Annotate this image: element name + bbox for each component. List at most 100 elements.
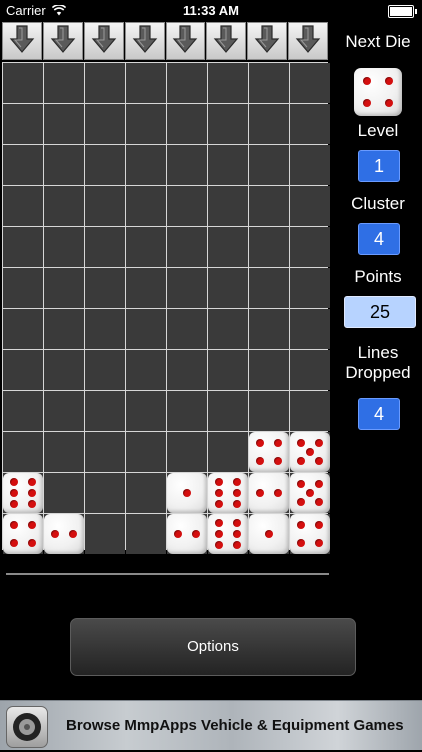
down-arrow-icon <box>213 24 239 59</box>
grid-cell <box>3 473 43 513</box>
status-bar: Carrier 11:33 AM <box>0 0 422 22</box>
drop-column-2-button[interactable] <box>42 22 83 60</box>
grid-cell <box>249 473 289 513</box>
level-value: 1 <box>358 150 400 182</box>
die-6 <box>208 473 248 513</box>
grid-cell <box>126 186 166 226</box>
grid-cell <box>85 104 125 144</box>
grid-cell <box>3 432 43 472</box>
grid-cell <box>290 227 330 267</box>
grid-cell <box>126 63 166 103</box>
die-pip <box>50 530 59 538</box>
grid-cell <box>44 473 84 513</box>
die-pip <box>233 477 242 486</box>
die-pip <box>274 438 283 447</box>
die-6 <box>208 514 248 554</box>
grid-cell <box>85 63 125 103</box>
grid-cell <box>208 309 248 349</box>
drop-column-5-button[interactable] <box>165 22 206 60</box>
drop-column-1-button[interactable] <box>2 22 42 60</box>
grid-cell <box>126 473 166 513</box>
die-pip <box>28 500 37 509</box>
grid-cell <box>249 268 289 308</box>
die-pip <box>192 530 201 538</box>
die-pip <box>9 520 18 529</box>
grid-cell <box>126 514 166 554</box>
die-pip <box>315 438 324 447</box>
grid-cell <box>3 186 43 226</box>
die-pip <box>214 518 223 527</box>
grid-cell <box>208 514 248 554</box>
die-pip <box>315 479 324 488</box>
grid-cell <box>85 350 125 390</box>
die-pip <box>265 530 273 538</box>
drop-column-4-button[interactable] <box>124 22 165 60</box>
drop-column-6-button[interactable] <box>206 22 247 60</box>
grid-cell <box>290 186 330 226</box>
grid-cell <box>167 227 207 267</box>
grid-cell <box>167 391 207 431</box>
options-button[interactable]: Options <box>70 618 356 676</box>
grid-cell <box>208 186 248 226</box>
grid-cell <box>3 145 43 185</box>
grid-cell <box>85 186 125 226</box>
die-pip <box>255 438 264 447</box>
tire-icon <box>6 706 48 748</box>
drop-column-3-button[interactable] <box>83 22 124 60</box>
grid-cell <box>126 391 166 431</box>
down-arrow-icon <box>9 24 35 59</box>
die-4 <box>3 514 43 554</box>
grid-cell <box>290 350 330 390</box>
grid-cell <box>3 104 43 144</box>
status-time: 11:33 AM <box>183 3 239 18</box>
grid-cell <box>290 473 330 513</box>
grid-cell <box>208 104 248 144</box>
ad-banner[interactable]: Browse MmpApps Vehicle & Equipment Games <box>0 700 422 750</box>
grid-cell <box>249 104 289 144</box>
die-5 <box>290 432 330 472</box>
die-pip <box>362 76 371 85</box>
drop-column-7-button[interactable] <box>247 22 288 60</box>
grid-cell <box>249 309 289 349</box>
grid-cell <box>3 268 43 308</box>
die-pip <box>255 489 264 497</box>
cluster-value: 4 <box>358 223 400 255</box>
grid-cell <box>208 432 248 472</box>
die-pip <box>28 489 37 497</box>
die-pip <box>296 438 305 447</box>
grid-cell <box>249 227 289 267</box>
die-pip <box>315 520 324 529</box>
die-pip <box>233 530 242 538</box>
points-value: 25 <box>344 296 416 328</box>
die-pip <box>306 489 314 497</box>
cluster-label: Cluster <box>351 194 405 213</box>
grid-cell <box>167 432 207 472</box>
die-pip <box>233 541 242 550</box>
die-pip <box>296 479 305 488</box>
grid-cell <box>44 227 84 267</box>
die-pip <box>28 520 37 529</box>
grid-cell <box>167 514 207 554</box>
grid-cell <box>85 309 125 349</box>
grid-cell <box>3 350 43 390</box>
battery-icon <box>388 5 417 18</box>
grid-cell <box>3 227 43 267</box>
die-pip <box>214 477 223 486</box>
lines-dropped-value: 4 <box>358 398 400 430</box>
drop-column-8-button[interactable] <box>288 22 328 60</box>
grid-cell <box>249 350 289 390</box>
die-1 <box>249 514 289 554</box>
grid-cell <box>208 473 248 513</box>
grid-cell <box>208 350 248 390</box>
grid-cell <box>167 63 207 103</box>
die-pip <box>385 99 394 108</box>
die-2 <box>249 473 289 513</box>
grid-cell <box>85 391 125 431</box>
die-pip <box>296 520 305 529</box>
grid-cell <box>208 391 248 431</box>
grid-cell <box>126 104 166 144</box>
grid-cell <box>208 227 248 267</box>
grid-cell <box>44 432 84 472</box>
die-pip <box>296 498 305 507</box>
die-pip <box>296 539 305 548</box>
